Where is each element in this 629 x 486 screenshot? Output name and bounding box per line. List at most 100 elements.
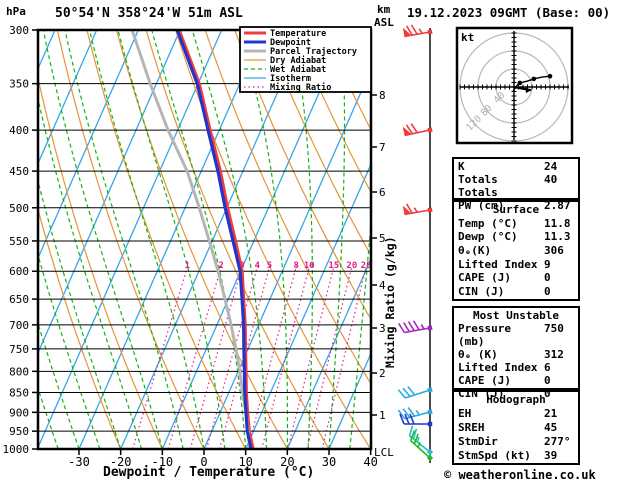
- stat-row: Pressure (mb) 750: [458, 322, 574, 348]
- stat-value: 24: [544, 160, 558, 173]
- stats-section-title: Surface: [492, 203, 540, 217]
- datetime-label: 19.12.2023 09GMT (Base: 00): [407, 5, 611, 20]
- svg-text:700: 700: [9, 319, 29, 332]
- svg-text:900: 900: [9, 406, 29, 419]
- stat-label: CIN (J): [458, 284, 505, 298]
- stat-label: CAPE (J): [458, 271, 511, 285]
- stat-row: Lifted Index 6: [458, 361, 574, 374]
- stat-label: Totals Totals: [458, 173, 498, 199]
- wind-barb: [402, 203, 433, 216]
- svg-text:10: 10: [304, 261, 315, 271]
- wind-barb: [398, 320, 433, 334]
- svg-text:750: 750: [9, 343, 29, 356]
- stat-label: Temp (°C): [458, 216, 518, 230]
- page-title: 50°54'N 358°24'W 51m ASL: [55, 6, 243, 21]
- svg-text:600: 600: [9, 265, 29, 278]
- stat-row: K 24: [458, 160, 574, 173]
- stat-label: Lifted Index: [458, 361, 538, 374]
- stat-label: StmDir: [458, 434, 498, 448]
- stat-row: Dewp (°C) 11.3: [458, 230, 574, 243]
- svg-text:30: 30: [322, 455, 336, 469]
- stat-row: SREH 45: [458, 421, 574, 434]
- stat-value: 21: [544, 407, 558, 421]
- stat-value: 11.3: [544, 230, 571, 244]
- stat-row: EH 21: [458, 407, 574, 420]
- stats-section-surface: Surface Temp (°C) 11.8 Dewp (°C) 11.3 θₑ(K) 30…: [452, 200, 580, 301]
- stat-row: θₑ (K) 312: [458, 348, 574, 361]
- svg-text:500: 500: [9, 202, 29, 215]
- svg-text:850: 850: [9, 386, 29, 399]
- svg-text:2: 2: [379, 367, 386, 380]
- stats-section-indices: K 24 Totals Totals 40 PW (cm) 2.87: [452, 157, 580, 212]
- stat-value: 750: [544, 322, 564, 335]
- svg-text:7: 7: [379, 141, 386, 154]
- skewt-sounding-page: 1 2 3 4 5 8 10 15 20 25 300 350 400 450 500 550 600 650 70…: [0, 0, 629, 486]
- svg-text:1000: 1000: [3, 443, 30, 456]
- svg-text:350: 350: [9, 78, 29, 91]
- stat-value: 39: [544, 448, 558, 462]
- svg-text:-30: -30: [68, 455, 90, 469]
- svg-text:8: 8: [379, 89, 386, 102]
- stat-row: Lifted Index 9: [458, 258, 574, 271]
- stat-row: θₑ(K) 306: [458, 244, 574, 257]
- stat-label: Dewp (°C): [458, 230, 518, 244]
- copyright-footer: © weatheronline.co.uk: [444, 468, 596, 482]
- svg-text:800: 800: [9, 365, 29, 378]
- stat-row: CAPE (J) 0: [458, 374, 574, 387]
- stat-label: CAPE (J): [458, 374, 511, 387]
- pressure-unit-label: hPa: [6, 5, 26, 18]
- stat-value: 0: [544, 374, 551, 387]
- svg-text:550: 550: [9, 235, 29, 248]
- stats-section-hodograph: Hodograph EH 21 SREH 45 StmDir 277° StmSpd (kt)…: [452, 390, 580, 465]
- x-axis-label: Dewpoint / Temperature (°C): [103, 465, 315, 480]
- svg-text:Mixing Ratio: Mixing Ratio: [270, 82, 331, 93]
- stat-value: 45: [544, 420, 558, 434]
- altitude-unit-km: km: [377, 3, 391, 16]
- svg-text:6: 6: [379, 186, 386, 199]
- stat-label: Pressure (mb): [458, 322, 511, 348]
- lcl-label: LCL: [374, 446, 394, 459]
- stat-value: 0: [544, 271, 551, 285]
- svg-text:5: 5: [267, 261, 272, 271]
- stat-value: 6: [544, 361, 551, 374]
- stats-section-title: Hodograph: [486, 393, 546, 407]
- stat-value: 9: [544, 257, 551, 271]
- stat-label: K: [458, 160, 465, 173]
- svg-text:1: 1: [379, 409, 386, 422]
- stat-row: CAPE (J) 0: [458, 271, 574, 284]
- hodograph-unit-label: kt: [461, 31, 475, 44]
- pressure-axis: 300 350 400 450 500 550 600 650 700 750 800 850 900 9…: [3, 24, 38, 456]
- svg-text:20: 20: [346, 261, 357, 271]
- wind-barb: [402, 123, 433, 137]
- svg-text:15: 15: [328, 261, 339, 271]
- stat-label: θₑ(K): [458, 243, 492, 257]
- altitude-unit-asl: ASL: [374, 16, 394, 29]
- stat-label: EH: [458, 407, 472, 421]
- wind-barb-column: [397, 24, 434, 463]
- stat-value: 306: [544, 243, 564, 257]
- stat-value: 40: [544, 173, 558, 186]
- hodograph: 4080120: [455, 26, 574, 145]
- stat-row: Temp (°C) 11.8: [458, 217, 574, 230]
- stat-row: StmDir 277°: [458, 435, 574, 448]
- stat-row: CIN (J) 0: [458, 285, 574, 298]
- svg-text:650: 650: [9, 293, 29, 306]
- svg-text:400: 400: [9, 124, 29, 137]
- wind-barb: [397, 407, 433, 420]
- stat-value: 312: [544, 348, 564, 361]
- svg-text:4: 4: [255, 261, 261, 271]
- chart-legend: TemperatureDewpointParcel TrajectoryDry …: [239, 26, 372, 93]
- stat-row: StmSpd (kt) 39: [458, 449, 574, 462]
- stats-panel: K 24 Totals Totals 40 PW (cm) 2.87 Surface Temp…: [452, 157, 580, 465]
- stat-label: Lifted Index: [458, 257, 538, 271]
- svg-text:450: 450: [9, 165, 29, 178]
- stat-label: SREH: [458, 420, 485, 434]
- stat-value: 11.8: [544, 216, 571, 230]
- stat-row: Totals Totals 40: [458, 173, 574, 199]
- svg-text:950: 950: [9, 425, 29, 438]
- wind-barb: [402, 24, 433, 38]
- stat-label: θₑ (K): [458, 348, 498, 361]
- svg-text:1: 1: [185, 261, 190, 271]
- stat-label: StmSpd (kt): [458, 448, 531, 462]
- wind-barb: [397, 386, 433, 399]
